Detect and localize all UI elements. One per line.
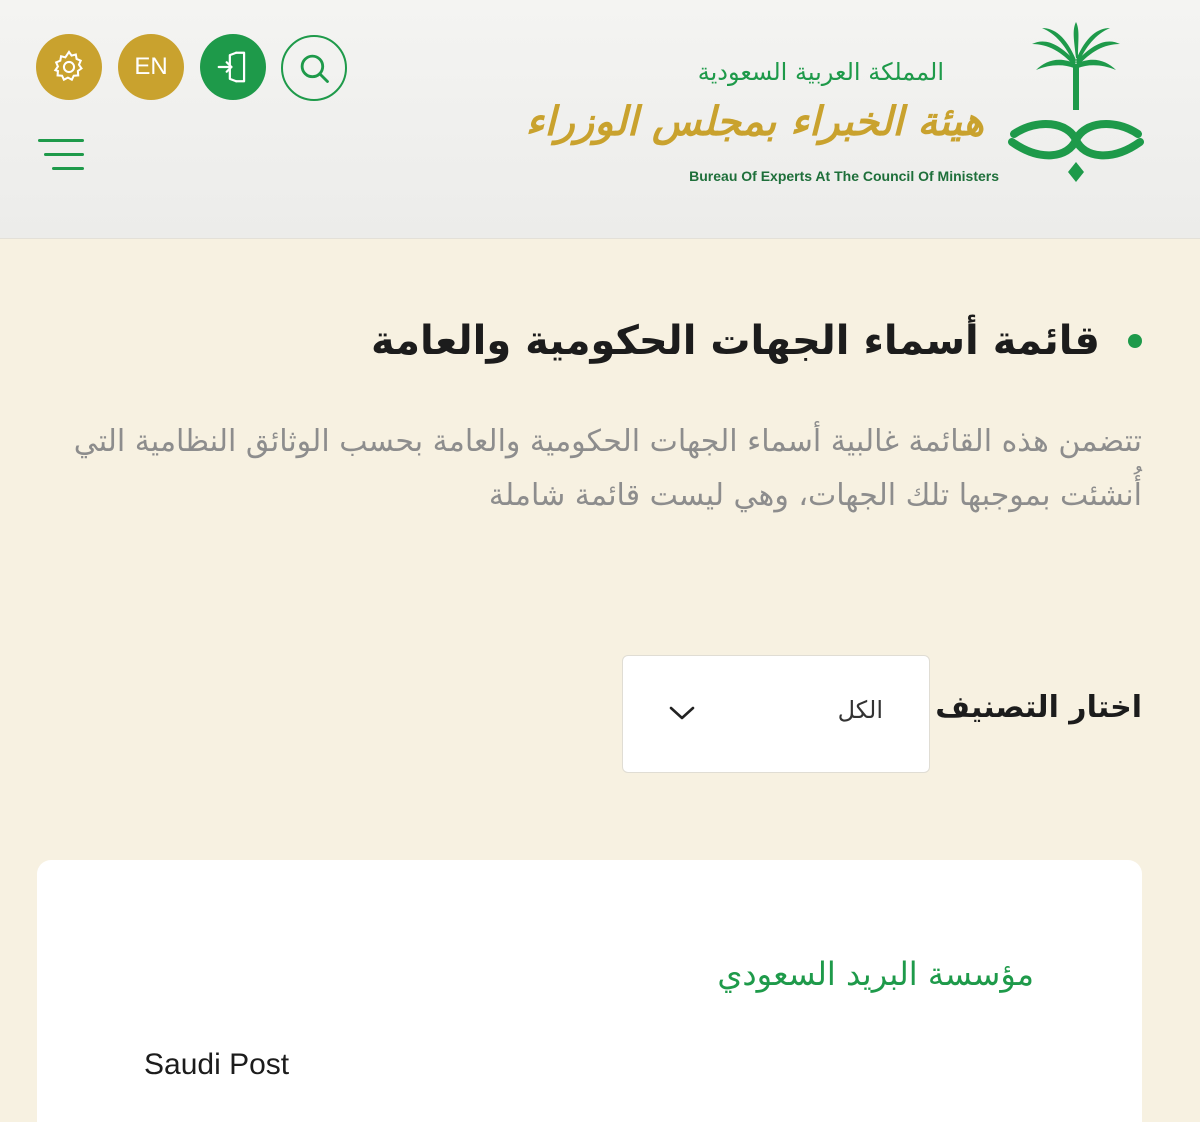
language-toggle-button[interactable]: EN	[118, 34, 184, 100]
bullet-dot-icon	[1128, 334, 1142, 348]
language-label: EN	[134, 53, 168, 80]
entity-name-en: Saudi Post	[144, 1048, 290, 1081]
site-logo[interactable]: المملكة العربية السعودية هيئة الخبراء بم…	[526, 22, 1144, 192]
category-select[interactable]: الكل	[622, 655, 930, 773]
search-button[interactable]	[281, 35, 347, 101]
logo-kingdom-text: المملكة العربية السعودية	[697, 58, 944, 86]
palm-swords-emblem-icon	[1008, 22, 1144, 182]
page-title: قائمة أسماء الجهات الحكومية والعامة	[371, 318, 1100, 364]
logo-bureau-text-en: Bureau Of Experts At The Council Of Mini…	[689, 168, 999, 184]
search-icon	[300, 54, 329, 83]
chevron-down-icon	[669, 706, 695, 720]
entity-card[interactable]: مؤسسة البريد السعودي Saudi Post	[37, 860, 1142, 1122]
hamburger-menu-icon	[38, 139, 84, 142]
page-description: تتضمن هذه القائمة غالبية أسماء الجهات ال…	[73, 424, 1142, 513]
menu-button[interactable]	[36, 137, 84, 173]
gear-icon	[53, 50, 83, 82]
category-select-value: الكل	[837, 696, 883, 724]
category-filter-label: اختار التصنيف	[935, 690, 1142, 725]
site-header: EN المملكة العربية السعودية هيئة الخبراء…	[0, 0, 1200, 239]
page-heading: قائمة أسماء الجهات الحكومية والعامة	[371, 318, 1142, 364]
logo-bureau-text-ar: هيئة الخبراء بمجلس الوزراء	[525, 98, 984, 145]
entity-name-ar: مؤسسة البريد السعودي	[717, 955, 1034, 993]
login-button[interactable]	[200, 34, 266, 100]
login-icon	[217, 51, 246, 83]
settings-button[interactable]	[36, 34, 102, 100]
